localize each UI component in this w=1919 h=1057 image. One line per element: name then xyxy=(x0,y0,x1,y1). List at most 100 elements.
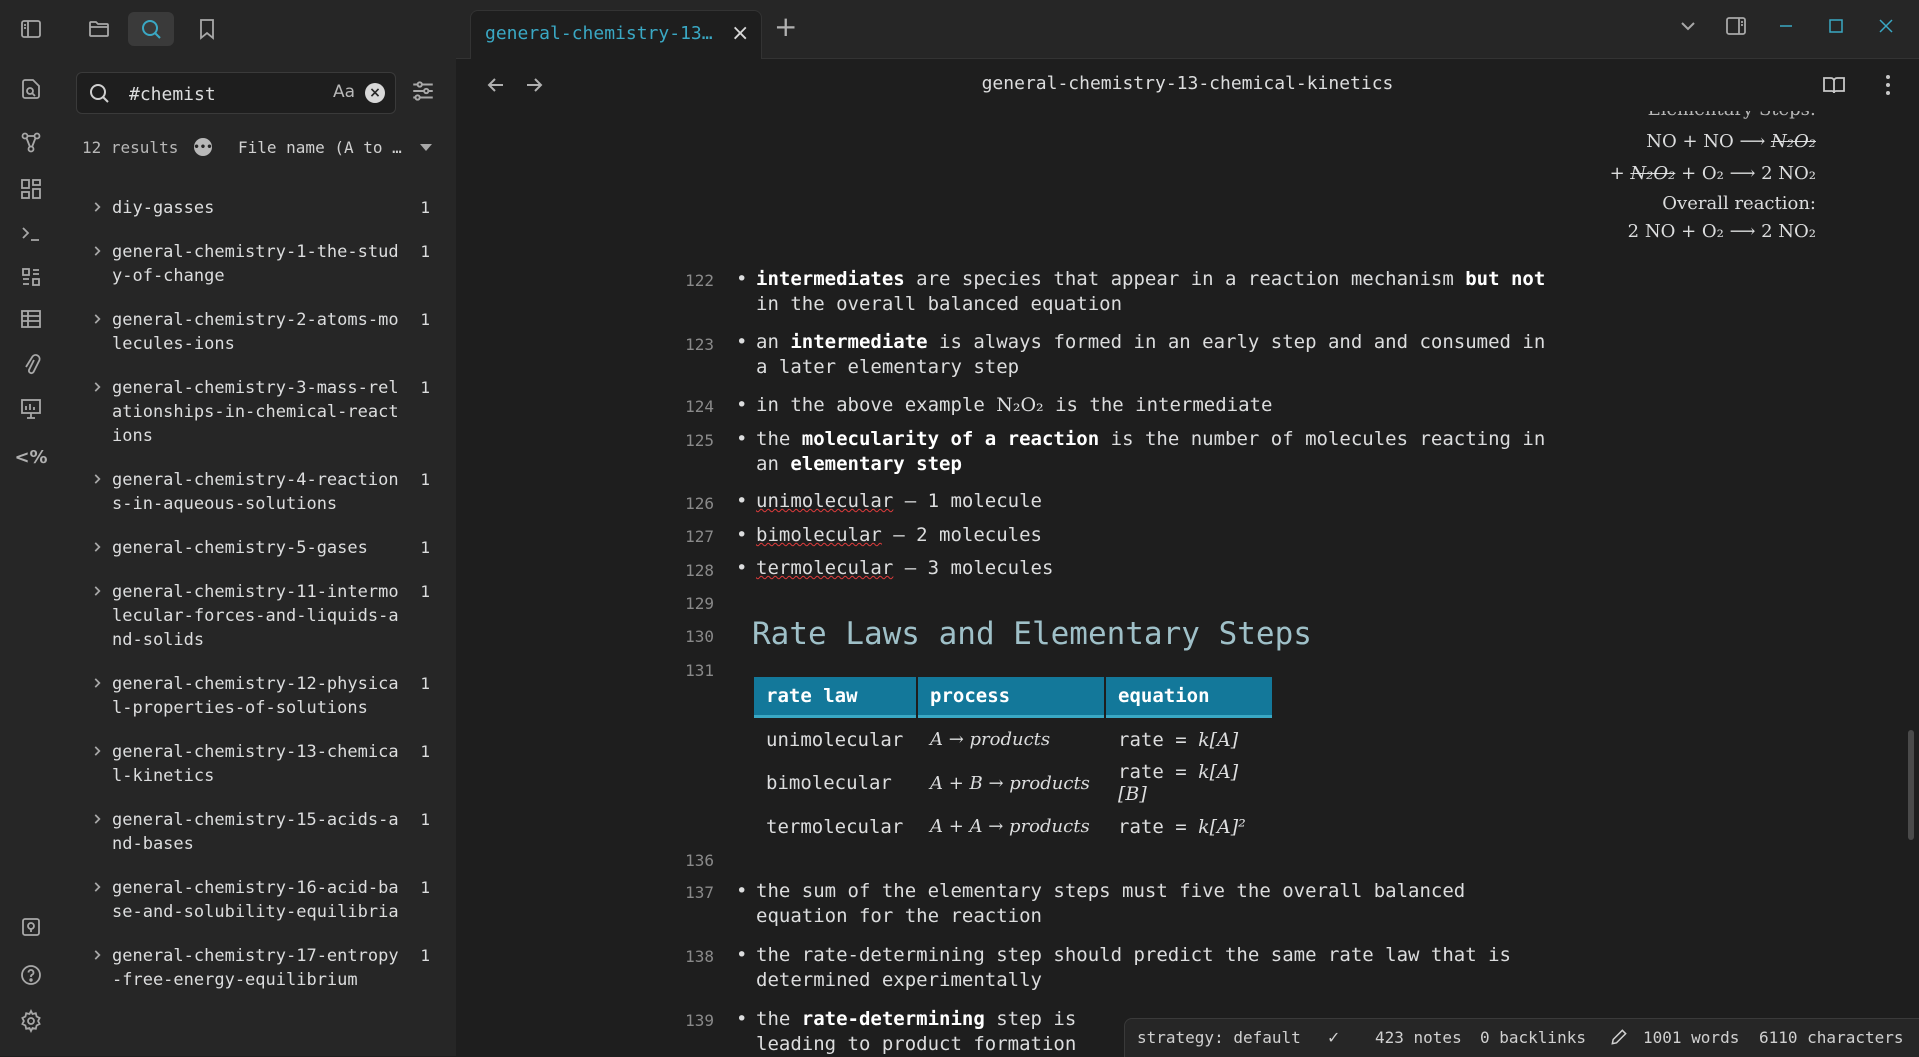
search-result-count: 1 xyxy=(420,310,430,329)
search-result-item[interactable]: diy-gasses 1 xyxy=(76,186,446,230)
search-settings-icon[interactable] xyxy=(410,78,436,104)
search-box: Aa × xyxy=(76,72,396,114)
clear-search-icon[interactable]: × xyxy=(365,83,385,103)
line-number: 137 xyxy=(685,883,714,902)
table-icon[interactable] xyxy=(14,302,48,336)
chevron-right-icon[interactable] xyxy=(90,880,104,894)
chevron-right-icon[interactable] xyxy=(90,244,104,258)
search-result-name: general-chemistry-2-atoms-molecules-ions xyxy=(112,310,399,354)
tab-general-chemistry-13[interactable]: general-chemistry-13… × xyxy=(470,10,762,59)
table-row: termolecular A + A → products rate = k[A]² xyxy=(754,805,1272,848)
paperclip-icon[interactable] xyxy=(14,348,48,382)
close-tab-icon[interactable]: × xyxy=(731,21,749,46)
search-result-count: 1 xyxy=(420,378,430,397)
status-characters: 6110 characters xyxy=(1759,1028,1904,1047)
list-item: • the sum of the elementary steps must fi… xyxy=(736,880,1466,927)
list-item: • the molecularity of a reaction is the n… xyxy=(736,428,1546,475)
chevron-right-icon[interactable] xyxy=(90,472,104,486)
new-tab-icon[interactable]: + xyxy=(774,10,797,43)
pencil-icon[interactable] xyxy=(1609,1027,1629,1051)
right-sidebar-toggle-icon[interactable] xyxy=(1724,14,1748,38)
match-case-toggle[interactable]: Aa xyxy=(333,82,355,102)
slides-icon[interactable] xyxy=(14,392,48,426)
math-overall-label: Overall reaction: xyxy=(1662,193,1816,214)
search-result-name: general-chemistry-13-chemical-kinetics xyxy=(112,742,399,786)
table-header: process xyxy=(918,677,1104,718)
chevron-right-icon[interactable] xyxy=(90,312,104,326)
search-result-name: general-chemistry-3-mass-relationships-i… xyxy=(112,378,399,446)
search-result-count: 1 xyxy=(420,742,430,761)
search-result-item[interactable]: general-chemistry-16-acid-base-and-solub… xyxy=(76,866,446,934)
math-partial-header: Elementary Steps: xyxy=(1036,111,1816,120)
list-item: • in the above example N₂O₂ is the interm… xyxy=(736,394,1273,416)
left-ribbon: <% xyxy=(0,0,63,1056)
search-input[interactable] xyxy=(127,79,271,109)
search-results-list: diy-gasses 1 general-chemistry-1-the-study… xyxy=(76,186,446,1002)
canvas-icon[interactable] xyxy=(14,172,48,206)
chevron-right-icon[interactable] xyxy=(90,744,104,758)
search-result-count: 1 xyxy=(420,878,430,897)
search-result-count: 1 xyxy=(420,470,430,489)
chevron-right-icon[interactable] xyxy=(90,948,104,962)
close-window-icon[interactable] xyxy=(1874,14,1898,38)
more-options-vertical-icon[interactable] xyxy=(1876,71,1900,99)
search-result-name: general-chemistry-12-physical-properties… xyxy=(112,674,399,718)
status-backlinks[interactable]: 0 backlinks xyxy=(1480,1028,1586,1047)
chevron-right-icon[interactable] xyxy=(90,540,104,554)
vault-switch-icon[interactable] xyxy=(14,910,48,944)
line-number: 128 xyxy=(685,561,714,580)
chevron-right-icon[interactable] xyxy=(90,200,104,214)
graph-view-icon[interactable] xyxy=(14,126,48,160)
search-result-item[interactable]: general-chemistry-12-physical-properties… xyxy=(76,662,446,730)
search-result-item[interactable]: general-chemistry-5-gases 1 xyxy=(76,526,446,570)
open-quick-switcher-icon[interactable] xyxy=(14,72,48,106)
help-icon[interactable] xyxy=(14,958,48,992)
search-result-name: general-chemistry-4-reactions-in-aqueous… xyxy=(112,470,399,514)
line-number: 129 xyxy=(685,594,714,613)
tab-list-chevron-icon[interactable] xyxy=(1676,14,1700,38)
search-result-name: general-chemistry-17-entropy-free-energy… xyxy=(112,946,399,990)
search-result-name: general-chemistry-15-acids-and-bases xyxy=(112,810,399,854)
search-result-count: 1 xyxy=(420,242,430,261)
search-result-item[interactable]: general-chemistry-2-atoms-molecules-ions… xyxy=(76,298,446,366)
chevron-right-icon[interactable] xyxy=(90,812,104,826)
table-cell-law: unimolecular xyxy=(766,728,904,751)
math-overall: 2 NO + O₂ ⟶ 2 NO₂ xyxy=(1627,221,1816,242)
reading-view-icon[interactable] xyxy=(1822,73,1846,97)
list-item: • intermediates are species that appear i… xyxy=(736,268,1546,315)
document-title[interactable]: general-chemistry-13-chemical-kinetics xyxy=(456,73,1919,94)
daily-notes-icon[interactable] xyxy=(14,260,48,294)
line-number: 136 xyxy=(685,851,714,870)
line-number: 125 xyxy=(685,431,714,450)
editor-content[interactable]: Elementary Steps: NO + NO ⟶ N₂O₂ + N₂O₂ … xyxy=(456,111,1919,1056)
minimize-icon[interactable] xyxy=(1774,14,1798,38)
list-item: • the rate-determining step should predic… xyxy=(736,944,1511,991)
settings-icon[interactable] xyxy=(14,1004,48,1038)
line-number: 138 xyxy=(685,947,714,966)
search-result-item[interactable]: general-chemistry-13-chemical-kinetics 1 xyxy=(76,730,446,798)
search-result-item[interactable]: general-chemistry-1-the-study-of-change 1 xyxy=(76,230,446,298)
rate-law-table: rate law process equation unimolecular A … xyxy=(752,677,1274,848)
search-result-item[interactable]: general-chemistry-3-mass-relationships-i… xyxy=(76,366,446,458)
table-cell-process: A → products xyxy=(930,729,1051,750)
sort-select[interactable]: File name (A to … xyxy=(238,138,402,157)
chevron-down-icon[interactable] xyxy=(420,144,432,151)
status-strategy[interactable]: strategy: default xyxy=(1137,1028,1301,1047)
more-options-icon[interactable]: ••• xyxy=(193,138,213,156)
chevron-right-icon[interactable] xyxy=(90,380,104,394)
sidebar-toggle-icon[interactable] xyxy=(8,12,54,46)
chevron-right-icon[interactable] xyxy=(90,676,104,690)
chevron-right-icon[interactable] xyxy=(90,584,104,598)
list-item: • termolecular – 3 molecules xyxy=(736,557,1054,579)
maximize-icon[interactable] xyxy=(1824,14,1848,38)
search-result-item[interactable]: general-chemistry-4-reactions-in-aqueous… xyxy=(76,458,446,526)
tab-bar: general-chemistry-13… × + xyxy=(456,0,1919,59)
search-result-item[interactable]: general-chemistry-17-entropy-free-energy… xyxy=(76,934,446,1002)
search-result-item[interactable]: general-chemistry-11-intermolecular-forc… xyxy=(76,570,446,662)
search-result-item[interactable]: general-chemistry-15-acids-and-bases 1 xyxy=(76,798,446,866)
line-number: 139 xyxy=(685,1011,714,1030)
editor-scrollbar[interactable] xyxy=(1908,730,1914,840)
command-palette-icon[interactable] xyxy=(14,216,48,250)
percent-code-icon[interactable]: <% xyxy=(14,440,48,474)
search-pane: Aa × 12 results ••• File name (A to … di… xyxy=(62,0,456,1056)
